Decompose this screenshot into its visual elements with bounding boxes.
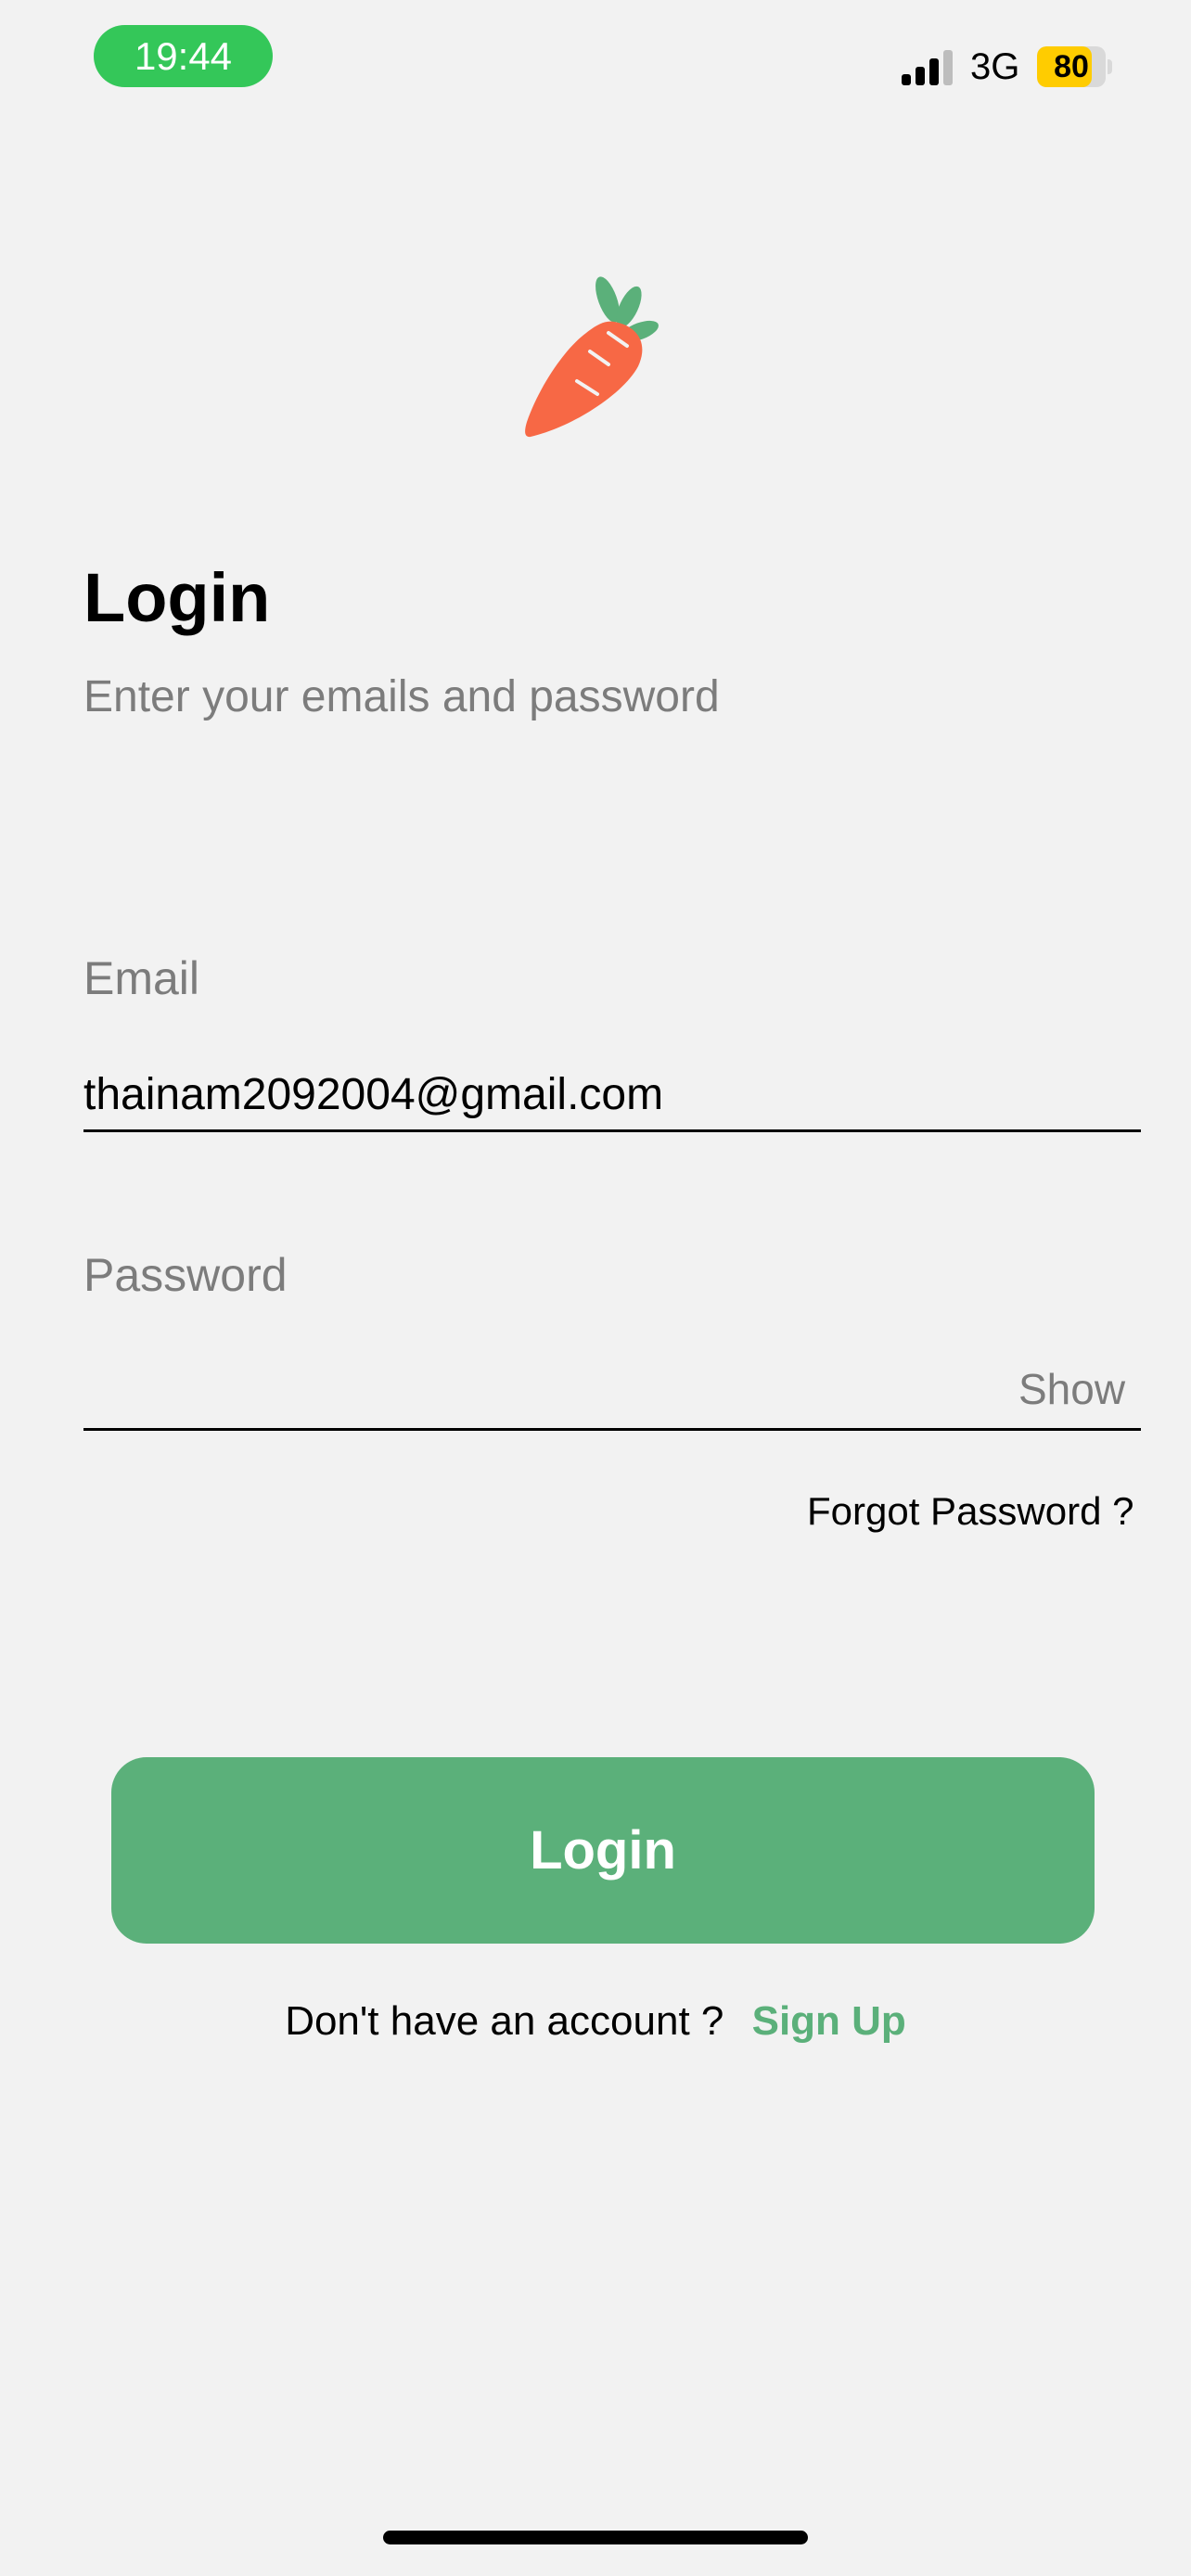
email-underline [83, 1129, 1141, 1132]
show-password-toggle[interactable]: Show [1018, 1361, 1125, 1417]
password-label: Password [83, 1249, 288, 1301]
signup-row: Don't have an account ? Sign Up [0, 1994, 1191, 2049]
page-subtitle: Enter your emails and password [83, 672, 720, 721]
signup-prompt: Don't have an account ? [285, 1998, 724, 2044]
login-button[interactable]: Login [111, 1757, 1095, 1944]
network-type: 3G [970, 46, 1020, 87]
signup-link[interactable]: Sign Up [752, 1998, 906, 2044]
cellular-signal-icon [902, 50, 953, 85]
carrot-icon [525, 276, 659, 438]
email-label: Email [83, 952, 200, 1004]
forgot-password-link[interactable]: Forgot Password ? [807, 1484, 1134, 1539]
email-field[interactable] [83, 1057, 1141, 1131]
battery-indicator: 80 [1037, 46, 1113, 87]
status-time: 19:44 [94, 25, 273, 87]
battery-tip [1108, 59, 1112, 74]
battery-level: 80 [1054, 48, 1089, 84]
page-title: Login [83, 559, 271, 636]
password-field[interactable] [83, 1354, 992, 1428]
home-indicator[interactable] [383, 2531, 808, 2544]
password-underline [83, 1428, 1141, 1431]
